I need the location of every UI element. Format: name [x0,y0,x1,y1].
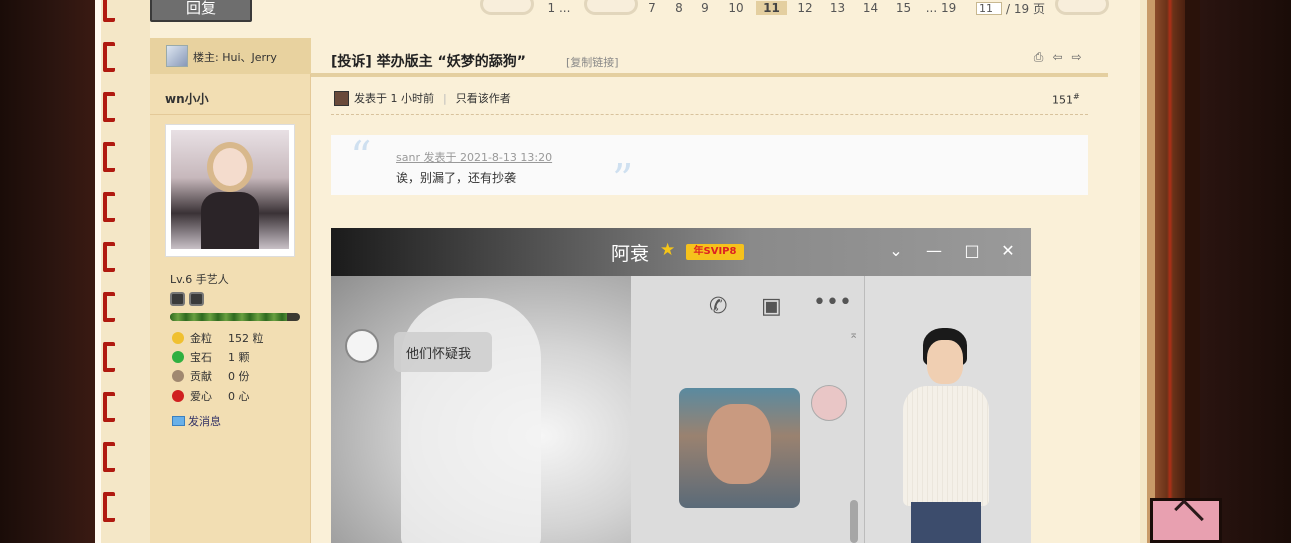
pig-mascot-icon[interactable] [1150,498,1222,543]
chat-scrollbar [850,500,858,543]
thread-author-avatar[interactable] [166,45,188,67]
self-avatar [811,385,847,421]
open-quote-icon: “ [350,132,372,181]
right-wood-border [1140,0,1200,543]
star-icon: ★ [660,240,676,260]
quote-text: 诶，别漏了，还有抄袭 [396,171,517,185]
close-quote-icon: ” [612,155,634,204]
quote-block [331,135,1088,195]
stat-label: 金粒 [190,332,212,345]
stat-value: 0 份 [228,370,250,383]
minimize-icon: — [926,241,942,260]
page-link[interactable]: 15 [887,1,920,15]
print-icon[interactable]: ⎙ [1032,51,1045,64]
gold-icon [172,332,184,344]
sidebar-divider [150,114,311,115]
page-link[interactable]: 8 [666,1,692,15]
stat-value: 1 颗 [228,351,250,364]
stat-gold: 金粒 152 粒 [172,330,264,346]
medal-icon[interactable] [189,292,204,306]
stat-label: 贡献 [190,370,212,383]
next-thread-icon[interactable]: ⇨ [1070,51,1083,64]
floor-number[interactable]: 151# [1052,92,1080,107]
reply-button[interactable]: 回复 [150,0,252,22]
page-link[interactable]: ... 19 [920,1,962,15]
page-link[interactable]: 7 [638,1,666,15]
online-status-icon [334,90,349,106]
page-link[interactable]: 13 [821,1,854,15]
page-link[interactable]: 12 [789,1,821,15]
meme-sticker [679,388,800,508]
poster-avatar[interactable] [165,124,295,257]
poster-username[interactable]: wn小小 [165,90,209,107]
title-actions: ⎙ ⇦ ⇨ [1032,51,1083,64]
user-level: Lv.6 手艺人 [170,273,229,286]
post-time: 发表于 1 小时前 [354,92,434,105]
send-message-label: 发消息 [188,415,221,428]
contribution-icon [172,370,184,382]
medal-badges [170,292,204,306]
stat-value: 152 粒 [228,332,264,345]
page-total: / 19 页 [1006,1,1045,16]
only-author-link[interactable]: 只看该作者 [456,90,511,106]
close-icon: ✕ [1001,241,1015,260]
cloud-decoration-icon [584,0,638,15]
more-icon: ••• [813,290,852,315]
page-link[interactable]: 14 [854,1,887,15]
post-title: [投诉] 举办版主 “妖梦的舔狗” [331,54,526,70]
prev-cloud-icon[interactable] [480,0,534,15]
phone-icon: ✆ [709,294,728,319]
avatar-figure [897,328,997,543]
stat-heart: 爱心 0 心 [172,388,250,404]
stat-label: 宝石 [190,351,212,364]
meta-divider [331,114,1088,115]
experience-fill [170,313,287,321]
title-underline [311,73,1108,77]
quote-header-link[interactable]: sanr 发表于 2021-8-13 13:20 [396,149,552,165]
chat-bubble: 他们怀疑我 [394,332,492,372]
page-jump-input[interactable]: 11 [976,1,1002,15]
maximize-icon: □ [964,241,980,260]
envelope-icon [172,416,185,426]
copy-link-button[interactable]: [复制链接] [566,54,619,70]
pagination: 1 ... 7 8 9 10 11 12 13 14 15 ... 19 11 … [480,0,1109,16]
page-link[interactable]: 9 [692,1,718,15]
left-decorative-border [95,0,150,543]
contact-avatar [345,329,379,363]
vip-badge: 年SVIP8 [686,244,744,260]
stat-value: 0 心 [228,390,250,403]
right-background [1200,0,1291,543]
gem-icon [172,351,184,363]
next-cloud-icon[interactable] [1054,0,1109,15]
scroll-top-icon: ⌅ [849,328,859,341]
medal-icon[interactable] [170,292,185,306]
current-page: 11 [756,1,787,15]
thread-author-label[interactable]: 楼主: Hui、Jerry [193,49,277,65]
page-link[interactable]: 1 ... [534,1,584,15]
heart-icon [172,390,184,402]
video-call-icon: ▣ [761,294,782,319]
stat-contribution: 贡献 0 份 [172,368,250,384]
experience-bar [170,313,300,321]
chevron-down-icon: ⌄ [889,241,903,260]
send-message-link[interactable]: 发消息 [172,413,221,429]
embedded-chat-screenshot[interactable]: 阿衰 ★ 年SVIP8 ⌄ — □ ✕ ✆ ▣ ••• 他们怀疑我 ⌅ [331,228,1031,543]
stat-gem: 宝石 1 颗 [172,349,250,365]
left-background [0,0,95,543]
page-link[interactable]: 10 [718,1,754,15]
post-meta: 发表于 1 小时前 | 只看该作者 [334,90,511,106]
prev-thread-icon[interactable]: ⇦ [1051,51,1064,64]
chat-contact-name: 阿衰 [611,243,650,265]
stat-label: 爱心 [190,390,212,403]
